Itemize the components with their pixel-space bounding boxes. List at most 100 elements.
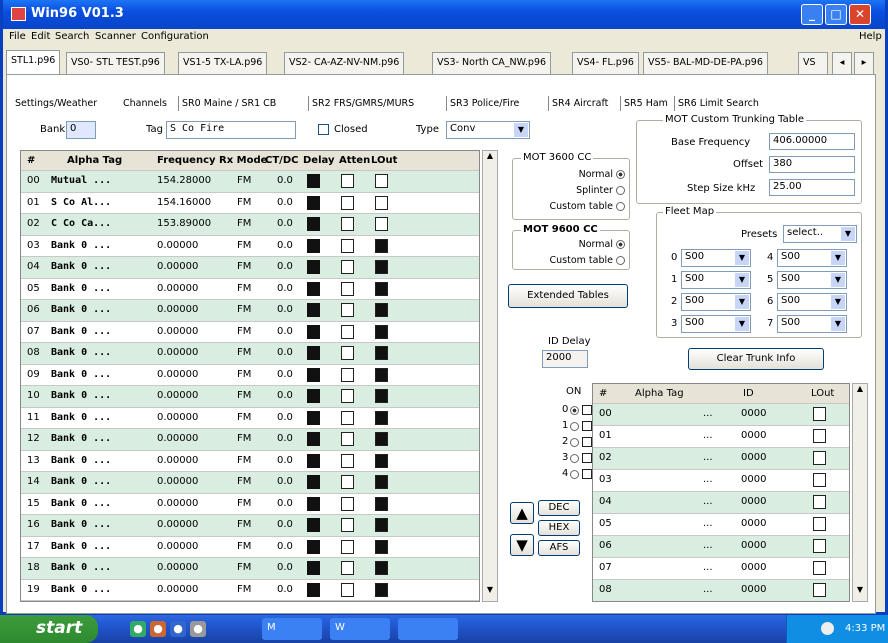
atten-checkbox[interactable] xyxy=(341,389,354,403)
table-row[interactable]: 03 Bank 0 ... 0.00000 FM 0.0 xyxy=(21,236,479,257)
table-row[interactable]: 01... 0000 xyxy=(593,426,849,448)
taskbar-button-m[interactable]: M xyxy=(262,618,322,640)
extended-tables-button[interactable]: Extended Tables xyxy=(508,284,628,308)
column-header[interactable]: Atten xyxy=(339,155,370,166)
delay-indicator[interactable] xyxy=(307,195,320,210)
column-header[interactable]: LOut xyxy=(371,155,397,166)
atten-checkbox[interactable] xyxy=(341,260,354,274)
fleet-slot-select[interactable]: S00 ▼ xyxy=(777,293,847,311)
on-row-checkbox[interactable] xyxy=(582,405,592,415)
atten-checkbox[interactable] xyxy=(341,367,354,382)
menu-configuration[interactable]: Configuration xyxy=(141,31,209,42)
clear-trunk-button[interactable]: Clear Trunk Info xyxy=(688,348,824,370)
delay-indicator[interactable] xyxy=(307,217,320,231)
tab-vs3[interactable]: VS3- North CA_NW.p96 xyxy=(432,52,552,74)
delay-indicator[interactable] xyxy=(307,475,320,489)
delay-indicator[interactable] xyxy=(307,367,320,382)
fleet-slot-select[interactable]: S00 ▼ xyxy=(777,249,847,267)
column-header[interactable]: Alpha Tag xyxy=(635,388,684,399)
delay-indicator[interactable] xyxy=(307,324,320,339)
close-button[interactable]: ✕ xyxy=(849,4,871,25)
tab-sr3[interactable]: SR3 Police/Fire xyxy=(446,96,522,111)
atten-checkbox[interactable] xyxy=(341,496,354,511)
quicklaunch-icon[interactable]: ● xyxy=(190,621,206,637)
table-row[interactable]: 05 Bank 0 ... 0.00000 FM 0.0 xyxy=(21,279,479,300)
type-select[interactable]: Conv ▼ xyxy=(446,121,530,139)
lockout-checkbox[interactable] xyxy=(375,561,388,575)
on-row-checkbox[interactable] xyxy=(582,453,592,463)
on-row-checkbox[interactable] xyxy=(582,469,592,479)
lockout-checkbox[interactable] xyxy=(813,495,826,509)
mot3600-normal[interactable]: Normal xyxy=(549,167,625,183)
delay-indicator[interactable] xyxy=(307,582,320,597)
atten-checkbox[interactable] xyxy=(341,410,354,425)
table-row[interactable]: 00 Mutual ... 154.28000 FM 0.0 xyxy=(21,171,479,193)
menu-search[interactable]: Search xyxy=(55,31,89,42)
atten-checkbox[interactable] xyxy=(341,174,354,188)
column-header[interactable]: Delay xyxy=(303,155,334,166)
presets-select[interactable]: select.. ▼ xyxy=(783,225,857,243)
table-row[interactable]: 18 Bank 0 ... 0.00000 FM 0.0 xyxy=(21,558,479,580)
tab-vs2[interactable]: VS2- CA-AZ-NV-NM.p96 xyxy=(284,52,405,74)
atten-checkbox[interactable] xyxy=(341,346,354,360)
mot9600-custom[interactable]: Custom table xyxy=(549,253,625,269)
menu-help[interactable]: Help xyxy=(859,31,882,42)
lockout-checkbox[interactable] xyxy=(375,238,388,253)
tab-sr6[interactable]: SR6 Limit Search xyxy=(674,96,762,111)
on-row-radio[interactable] xyxy=(570,406,579,415)
lockout-checkbox[interactable] xyxy=(813,429,826,443)
closed-checkbox[interactable] xyxy=(318,124,329,135)
taskbar-button-app[interactable] xyxy=(398,618,458,640)
delay-indicator[interactable] xyxy=(307,260,320,274)
scroll-up-icon[interactable]: ▲ xyxy=(853,384,867,400)
atten-checkbox[interactable] xyxy=(341,195,354,210)
offset-input[interactable]: 380 xyxy=(769,156,855,173)
lockout-checkbox[interactable] xyxy=(375,346,388,360)
table-row[interactable]: 19 Bank 0 ... 0.00000 FM 0.0 xyxy=(21,580,479,601)
delay-indicator[interactable] xyxy=(307,346,320,360)
tab-settings-weather[interactable]: Settings/Weather xyxy=(12,96,100,111)
lockout-checkbox[interactable] xyxy=(813,539,826,553)
table-row[interactable]: 02... 0000 xyxy=(593,448,849,470)
fleet-slot-select[interactable]: S00 ▼ xyxy=(777,315,847,333)
delay-indicator[interactable] xyxy=(307,432,320,446)
lockout-checkbox[interactable] xyxy=(813,407,826,421)
lockout-checkbox[interactable] xyxy=(375,260,388,274)
tab-vs4[interactable]: VS4- FL.p96 xyxy=(572,52,639,74)
base-frequency-input[interactable]: 406.00000 xyxy=(769,133,855,150)
menu-edit[interactable]: Edit xyxy=(31,31,50,42)
atten-checkbox[interactable] xyxy=(341,281,354,296)
mot3600-splinter[interactable]: Splinter xyxy=(549,183,625,199)
column-header[interactable]: CT/DC xyxy=(265,155,298,166)
lockout-checkbox[interactable] xyxy=(375,496,388,511)
lockout-checkbox[interactable] xyxy=(375,518,388,532)
tab-sr4[interactable]: SR4 Aircraft xyxy=(548,96,611,111)
on-row-radio[interactable] xyxy=(570,454,579,463)
tab-sr2[interactable]: SR2 FRS/GMRS/MURS xyxy=(308,96,417,111)
step-size-input[interactable]: 25.00 xyxy=(769,179,855,196)
column-header[interactable]: Alpha Tag xyxy=(67,155,122,166)
move-down-arrow-icon[interactable]: ▼ xyxy=(510,534,534,556)
on-row-checkbox[interactable] xyxy=(582,421,592,431)
mot9600-normal[interactable]: Normal xyxy=(549,237,625,253)
table-row[interactable]: 14 Bank 0 ... 0.00000 FM 0.0 xyxy=(21,472,479,494)
atten-checkbox[interactable] xyxy=(341,518,354,532)
atten-checkbox[interactable] xyxy=(341,432,354,446)
delay-indicator[interactable] xyxy=(307,303,320,317)
table-row[interactable]: 05... 0000 xyxy=(593,514,849,536)
table-row[interactable]: 02 C Co Ca... 153.89000 FM 0.0 xyxy=(21,214,479,236)
table-row[interactable]: 06 Bank 0 ... 0.00000 FM 0.0 xyxy=(21,300,479,322)
tab-scroll-left-icon[interactable]: ◂ xyxy=(832,52,852,74)
column-header[interactable]: Frequency xyxy=(157,155,216,166)
taskbar-button-w[interactable]: W xyxy=(330,618,390,640)
dec-button[interactable]: DEC xyxy=(538,500,580,516)
id-scrollbar[interactable]: ▲ ▼ xyxy=(852,383,868,602)
table-row[interactable]: 12 Bank 0 ... 0.00000 FM 0.0 xyxy=(21,429,479,451)
minimize-button[interactable]: _ xyxy=(801,4,823,25)
table-row[interactable]: 06... 0000 xyxy=(593,536,849,558)
table-row[interactable]: 16 Bank 0 ... 0.00000 FM 0.0 xyxy=(21,515,479,537)
on-row-radio[interactable] xyxy=(570,422,579,431)
tab-sr5[interactable]: SR5 Ham xyxy=(620,96,671,111)
delay-indicator[interactable] xyxy=(307,174,320,188)
column-header[interactable]: LOut xyxy=(811,388,834,399)
